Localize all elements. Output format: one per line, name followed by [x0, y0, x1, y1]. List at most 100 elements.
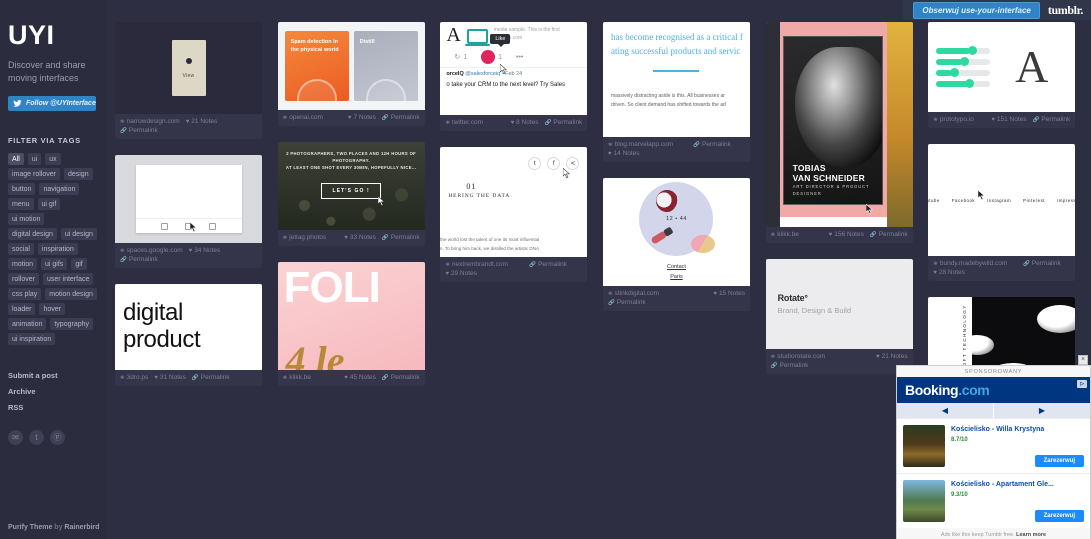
post-permalink[interactable]: Permalink — [529, 261, 567, 268]
post-notes[interactable]: 14 Notes — [608, 150, 640, 157]
theme-credit-author[interactable]: Rainerbird — [64, 524, 99, 531]
next-arrow-icon[interactable]: ▶ — [993, 403, 1090, 418]
tag-typography[interactable]: typography — [50, 318, 93, 331]
post-notes[interactable]: 45 Notes — [344, 374, 376, 381]
twitter-icon[interactable]: t — [29, 430, 44, 446]
post-card-spaces[interactable]: spaces.google.com 34 Notes Permalink — [115, 155, 262, 268]
tweet-author-handle[interactable]: @salesforceiq — [465, 71, 500, 77]
post-thumbnail[interactable] — [115, 155, 262, 243]
post-notes[interactable]: 34 Notes — [189, 247, 220, 254]
post-permalink[interactable]: Permalink — [870, 231, 908, 238]
booking-ad[interactable]: × SPONSOROWANY Booking.com ▷ ◀ ▶ Kościel… — [896, 355, 1091, 539]
bundy-nav-pinterest[interactable]: Pinterest — [1023, 198, 1045, 203]
sidebar-link-archive[interactable]: Archive — [8, 387, 97, 396]
pinterest-icon[interactable]: Ⓟ — [50, 430, 65, 446]
post-notes[interactable]: 8 Notes — [511, 119, 538, 126]
ad-book-button[interactable]: Zarezerwuj — [1034, 455, 1084, 467]
post-notes[interactable]: 28 Notes — [933, 269, 965, 276]
tag-loader[interactable]: loader — [8, 303, 36, 316]
tag-menu[interactable]: menu — [8, 198, 34, 211]
tag-all[interactable]: All — [8, 153, 24, 166]
jetlag-cta-button[interactable]: LET'S GO ! — [321, 183, 382, 200]
tag-ui[interactable]: ui — [27, 153, 42, 166]
post-permalink[interactable]: Permalink — [771, 362, 808, 369]
post-thumbnail[interactable]: A — [928, 22, 1076, 112]
ad-learn-more-link[interactable]: Learn more — [1016, 532, 1046, 538]
share-icon[interactable]: ≺ — [566, 157, 580, 170]
tag-button[interactable]: button — [8, 183, 36, 196]
tag-motion-design[interactable]: motion design — [45, 288, 97, 301]
close-icon[interactable]: × — [1078, 355, 1088, 365]
post-source[interactable]: twitter.com — [445, 119, 483, 126]
post-notes[interactable]: 7 Notes — [348, 114, 375, 121]
slider-track[interactable] — [936, 79, 991, 88]
post-notes[interactable]: 33 Notes — [344, 234, 376, 241]
post-source[interactable]: prototypo.io — [933, 116, 974, 123]
retweet-action[interactable]: ↻ 1 — [454, 53, 467, 62]
post-permalink[interactable]: Permalink — [382, 374, 420, 381]
slider-track[interactable] — [936, 46, 991, 55]
tag-hover[interactable]: hover — [39, 303, 65, 316]
post-notes[interactable]: 31 Notes — [154, 374, 186, 381]
tag-ui-motion[interactable]: ui motion — [8, 213, 45, 226]
twitter-icon[interactable]: t — [528, 157, 542, 170]
bundy-nav-facebook[interactable]: Facebook — [952, 198, 975, 203]
slider-track[interactable] — [936, 68, 991, 77]
post-thumbnail[interactable]: Rotate° Brand, Design & Build — [765, 259, 913, 349]
post-permalink[interactable]: Permalink — [120, 256, 158, 263]
post-card-rembrandt[interactable]: t f ≺ 01 HERING THE DATA e the world los… — [440, 147, 588, 282]
post-permalink[interactable]: Permalink — [1033, 116, 1070, 123]
post-permalink[interactable]: Permalink — [382, 114, 420, 121]
post-notes[interactable]: 21 Notes — [876, 353, 908, 360]
post-thumbnail[interactable]: 2 PHOTOGRAPHERS, TWO PLACES AND 12H HOUR… — [277, 142, 425, 230]
post-thumbnail[interactable]: 12 • 44 Contact Paris — [602, 178, 750, 286]
facebook-icon[interactable]: f — [547, 157, 561, 170]
post-source[interactable]: klikk.be — [283, 374, 311, 381]
bundy-nav-instagram[interactable]: Instagram — [987, 198, 1011, 203]
ad-listing-title[interactable]: Kościelisko - Willa Krystyna — [951, 425, 1084, 434]
post-notes[interactable]: 151 Notes — [991, 116, 1027, 123]
booking-brand[interactable]: Booking.com ▷ — [897, 377, 1090, 403]
post-card-tobias[interactable]: TOBIAS VAN SCHNEIDER ART DIRECTOR & PROD… — [765, 22, 913, 243]
ad-book-button[interactable]: Zarezerwuj — [1034, 510, 1084, 522]
post-card-narrowdesign[interactable]: View narrowdesign.com 21 Notes Permalink — [115, 22, 262, 139]
like-action[interactable]: 1 — [481, 50, 502, 64]
adchoices-icon[interactable]: ▷ — [1077, 380, 1087, 388]
post-source[interactable]: blog.marvelapp.com — [608, 141, 674, 148]
ad-listing-title[interactable]: Kościelisko - Apartament Gle... — [951, 480, 1084, 489]
post-permalink[interactable]: Permalink — [693, 141, 731, 148]
post-permalink[interactable]: Permalink — [382, 234, 420, 241]
more-action[interactable]: ••• — [516, 54, 523, 61]
post-card-bundy[interactable]: Youtube Facebook Instagram Pinterest Imp… — [928, 144, 1076, 281]
post-source[interactable]: narrowdesign.com — [120, 118, 180, 125]
post-card-marvel[interactable]: has become recognised as a critical f at… — [602, 22, 750, 162]
post-card-jetlag[interactable]: 2 PHOTOGRAPHERS, TWO PLACES AND 12H HOUR… — [277, 142, 425, 246]
tag-rollover[interactable]: rollover — [8, 273, 39, 286]
sidebar-link-submit-a-post[interactable]: Submit a post — [8, 371, 97, 380]
tag-ui-gifs[interactable]: ui gifs — [41, 258, 68, 271]
tag-gif[interactable]: gif — [71, 258, 87, 271]
post-card-klikk-foli[interactable]: FOLI 4 le klikk.be 45 Notes Permalink — [277, 262, 425, 386]
tag-motion[interactable]: motion — [8, 258, 38, 271]
ad-listing-row[interactable]: Kościelisko - Apartament Gle... 9.3/10 Z… — [897, 473, 1090, 528]
post-permalink[interactable]: Permalink — [120, 127, 158, 134]
tag-social[interactable]: social — [8, 243, 34, 256]
post-source[interactable]: stinkdigital.com — [608, 290, 659, 297]
post-permalink[interactable]: Permalink — [545, 119, 582, 126]
post-notes[interactable]: 29 Notes — [445, 270, 477, 277]
post-permalink[interactable]: Permalink — [608, 299, 646, 306]
tag-ux[interactable]: ux — [45, 153, 61, 166]
sidebar-link-rss[interactable]: RSS — [8, 403, 97, 412]
post-card-3dro[interactable]: digital product 3dro.ps 31 Notes Permali… — [115, 284, 262, 386]
tag-inspiration[interactable]: inspiration — [37, 243, 78, 256]
tag-animation[interactable]: animation — [8, 318, 47, 331]
post-source[interactable]: nextrembrandt.com — [445, 261, 508, 268]
post-thumbnail[interactable]: TOBIAS VAN SCHNEIDER ART DIRECTOR & PROD… — [765, 22, 913, 227]
post-permalink[interactable]: Permalink — [1023, 260, 1061, 267]
post-thumbnail[interactable]: A media sample. This is the first mockup… — [440, 22, 588, 115]
post-source[interactable]: jetlag.photos — [283, 234, 326, 241]
post-source[interactable]: klikk.be — [771, 231, 799, 238]
bundy-nav-impressum[interactable]: Impressum — [1057, 198, 1075, 203]
post-notes[interactable]: 156 Notes — [829, 231, 864, 238]
post-source[interactable]: studiorotate.com — [771, 353, 825, 360]
